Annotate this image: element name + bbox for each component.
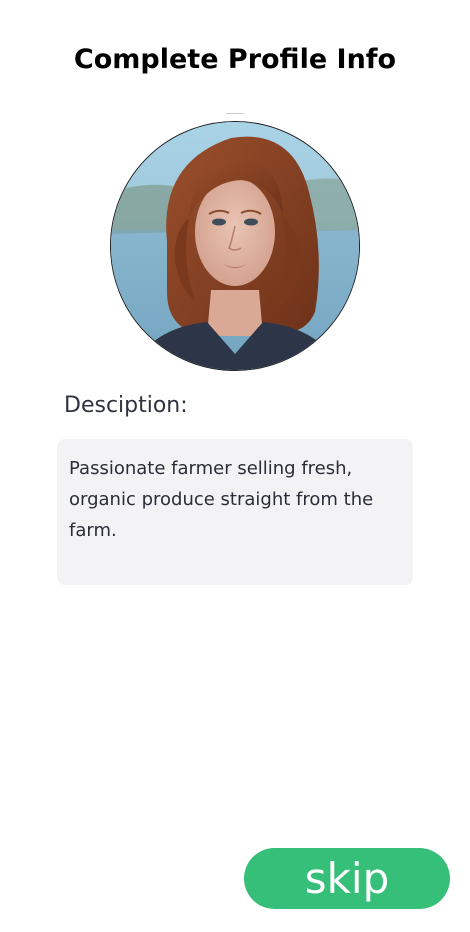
- profile-avatar[interactable]: [110, 121, 360, 371]
- profile-info-screen: Complete Profile Info Desciption: Passio…: [0, 0, 470, 932]
- avatar-photo-icon: [111, 122, 359, 370]
- page-title: Complete Profile Info: [73, 44, 397, 75]
- description-field[interactable]: Passionate farmer selling fresh, organic…: [57, 439, 413, 585]
- skip-button[interactable]: skip: [244, 848, 450, 909]
- description-label: Desciption:: [64, 393, 188, 418]
- avatar-divider: [226, 113, 244, 114]
